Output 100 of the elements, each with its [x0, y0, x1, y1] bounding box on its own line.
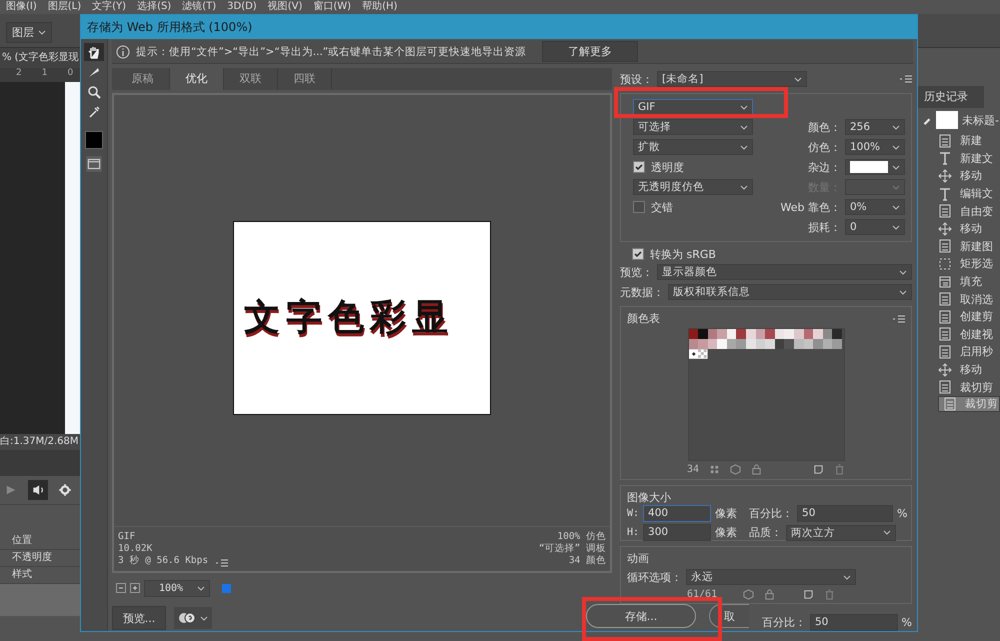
matte-dropdown[interactable] — [845, 159, 905, 175]
preview-button[interactable]: 预览... — [112, 606, 166, 630]
color-chip[interactable] — [698, 329, 708, 339]
menu-item[interactable]: 帮助(H) — [362, 0, 398, 14]
dither-dropdown[interactable]: 扩散 — [633, 139, 753, 155]
history-item[interactable]: 填充 — [938, 272, 1000, 290]
cube-icon[interactable] — [743, 589, 754, 600]
layer-dropdown[interactable]: 图层 — [6, 22, 52, 43]
color-chip[interactable] — [726, 329, 736, 339]
menu-icon[interactable] — [216, 559, 228, 567]
menu-item[interactable]: 图像(I) — [6, 0, 37, 14]
web-color-chip-icon[interactable] — [688, 349, 698, 359]
percent-field[interactable]: 50 — [810, 614, 898, 631]
color-chip[interactable] — [717, 329, 727, 339]
panel-tab[interactable]: 历史记录 — [918, 86, 984, 108]
color-chip[interactable] — [736, 339, 746, 349]
trash-icon[interactable] — [824, 589, 835, 600]
color-chip[interactable] — [688, 339, 698, 349]
color-chip[interactable] — [794, 339, 804, 349]
history-item[interactable]: 裁切剪 — [938, 378, 1000, 396]
color-chip[interactable] — [822, 339, 832, 349]
menu-icon[interactable] — [900, 75, 912, 83]
cube-icon[interactable] — [730, 464, 742, 475]
color-chip[interactable] — [746, 329, 756, 339]
menu-item[interactable]: 滤镜(T) — [182, 0, 216, 14]
history-item[interactable]: 取消选 — [938, 290, 1000, 308]
view-tab[interactable]: 四联 — [278, 68, 332, 90]
menu-item[interactable]: 选择(S) — [137, 0, 172, 14]
color-chip[interactable] — [784, 329, 794, 339]
learn-more-button[interactable]: 了解更多 — [542, 41, 638, 62]
history-item[interactable]: 移动 — [938, 360, 1000, 378]
zoom-out-icon[interactable] — [116, 583, 126, 593]
lock-icon[interactable] — [751, 464, 762, 475]
view-tab[interactable]: 优化 — [170, 68, 224, 90]
menu-item[interactable]: 文字(Y) — [92, 0, 126, 14]
color-chip[interactable] — [726, 339, 736, 349]
checkbox[interactable] — [633, 161, 645, 173]
lock-icon[interactable] — [764, 589, 776, 600]
value-dropdown[interactable]: 0 — [845, 219, 905, 235]
color-chip[interactable] — [804, 329, 814, 339]
color-chip[interactable] — [746, 339, 756, 349]
snapshot-label[interactable]: 未标题- — [962, 112, 999, 128]
color-chip[interactable] — [736, 329, 746, 339]
history-item[interactable]: 移动 — [938, 220, 1000, 238]
color-chip[interactable] — [717, 339, 727, 349]
menu-item[interactable]: 窗口(W) — [313, 0, 352, 14]
checkbox[interactable] — [633, 201, 645, 213]
color-chip[interactable] — [765, 329, 775, 339]
transparent-chip-icon[interactable] — [698, 349, 708, 359]
color-chip[interactable] — [794, 329, 804, 339]
color-chip[interactable] — [784, 339, 794, 349]
history-item[interactable]: 创建视 — [938, 326, 1000, 344]
color-chip[interactable] — [774, 329, 784, 339]
value-dropdown[interactable]: 0% — [845, 199, 905, 215]
hand-tool[interactable] — [84, 43, 104, 61]
color-chip[interactable] — [756, 329, 766, 339]
document-tab[interactable]: % (文字色彩显现 — [0, 48, 80, 68]
gear-icon[interactable] — [58, 483, 72, 497]
color-chip[interactable] — [822, 329, 832, 339]
zoom-dropdown[interactable]: 100% — [144, 580, 210, 596]
history-item[interactable]: 裁切剪 — [938, 396, 1000, 412]
zoom-in-icon[interactable] — [130, 583, 140, 593]
history-item[interactable]: 移动 — [938, 167, 1000, 185]
history-item[interactable]: 矩形选 — [938, 255, 1000, 273]
color-chip[interactable] — [765, 339, 775, 349]
cancel-button[interactable]: 取 — [709, 604, 749, 628]
width-field[interactable]: 400 — [643, 505, 712, 522]
history-item[interactable]: 自由变 — [938, 202, 1000, 220]
quality-dropdown[interactable]: 两次立方 — [786, 524, 896, 540]
preview-dropdown[interactable]: 显示器颜色 — [657, 264, 912, 280]
format-dropdown[interactable]: GIF — [633, 99, 753, 115]
palette-dropdown[interactable]: 可选择 — [633, 119, 753, 135]
color-chip[interactable] — [756, 339, 766, 349]
trash-icon[interactable] — [834, 464, 845, 475]
color-chip[interactable] — [832, 329, 842, 339]
menu-item[interactable]: 视图(V) — [268, 0, 302, 14]
value-dropdown[interactable]: 100% — [845, 139, 905, 155]
metadata-dropdown[interactable]: 版权和联系信息 — [668, 284, 912, 300]
history-item[interactable]: 新建文 — [938, 150, 1000, 168]
new-item-icon[interactable] — [803, 589, 814, 600]
loop-dropdown[interactable]: 永远 — [686, 569, 856, 585]
checkbox[interactable] — [632, 248, 644, 260]
color-chip[interactable] — [688, 329, 698, 339]
save-button[interactable]: 存储... — [586, 604, 696, 628]
view-tab[interactable]: 双联 — [224, 68, 278, 90]
color-chip[interactable] — [708, 329, 718, 339]
browser-dropdown[interactable] — [174, 607, 212, 629]
speaker-icon[interactable] — [28, 480, 48, 500]
menu-item[interactable]: 3D(D) — [227, 0, 257, 14]
menu-icon[interactable] — [893, 314, 905, 322]
new-item-icon[interactable] — [813, 464, 824, 475]
color-chip[interactable] — [708, 339, 718, 349]
percent-field[interactable]: 50 — [797, 505, 894, 522]
slice-visibility-icon[interactable] — [85, 155, 103, 173]
color-chip[interactable] — [804, 339, 814, 349]
preset-dropdown[interactable]: [未命名] — [657, 71, 807, 87]
color-swatch[interactable] — [85, 131, 103, 149]
value-dropdown[interactable]: 256 — [845, 119, 905, 135]
color-chip[interactable] — [813, 339, 823, 349]
history-item[interactable]: 编辑文 — [938, 184, 1000, 202]
